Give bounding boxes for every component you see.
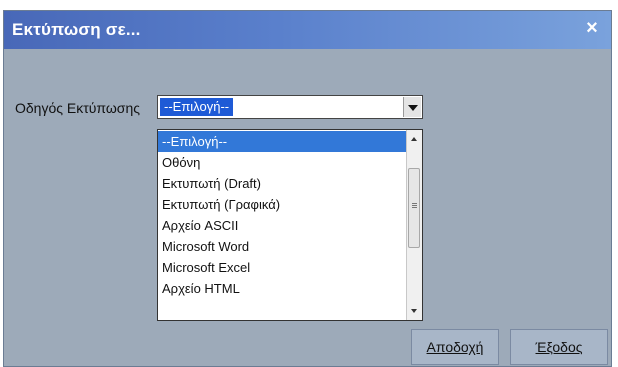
accept-button[interactable]: Αποδοχή <box>411 329 499 365</box>
scroll-down-arrow-icon[interactable] <box>407 302 422 320</box>
list-item[interactable]: Αρχείο ASCII <box>158 215 406 236</box>
list-item[interactable]: Εκτυπωτή (Draft) <box>158 173 406 194</box>
exit-button-label: Έξοδος <box>535 339 583 355</box>
list-item[interactable]: Οθόνη <box>158 152 406 173</box>
list-item[interactable]: Εκτυπωτή (Γραφικά) <box>158 194 406 215</box>
list-scrollbar[interactable] <box>406 130 422 320</box>
dialog-title: Εκτύπωση σε... <box>12 20 141 39</box>
exit-button[interactable]: Έξοδος <box>510 329 608 365</box>
list-item[interactable]: Αρχείο HTML <box>158 278 406 299</box>
driver-label: Οδηγός Εκτύπωσης <box>15 100 140 116</box>
print-dialog: Εκτύπωση σε... × Οδηγός Εκτύπωσης --Επιλ… <box>3 10 612 367</box>
driver-select-value: --Επιλογή-- <box>160 98 234 116</box>
scroll-thumb[interactable] <box>408 168 420 248</box>
list-item[interactable]: --Επιλογή-- <box>158 131 406 152</box>
driver-select[interactable]: --Επιλογή-- <box>157 95 423 119</box>
close-icon[interactable]: × <box>581 16 603 40</box>
list-item[interactable]: Microsoft Excel <box>158 257 406 278</box>
accept-button-label: Αποδοχή <box>426 339 484 355</box>
grip-icon <box>412 203 417 204</box>
title-bar[interactable]: Εκτύπωση σε... × <box>4 11 611 49</box>
scroll-up-arrow-icon[interactable] <box>407 130 422 148</box>
chevron-down-icon[interactable] <box>403 97 421 117</box>
driver-dropdown-list[interactable]: --Επιλογή-- Οθόνη Εκτυπωτή (Draft) Εκτυπ… <box>157 129 423 321</box>
list-item[interactable]: Microsoft Word <box>158 236 406 257</box>
